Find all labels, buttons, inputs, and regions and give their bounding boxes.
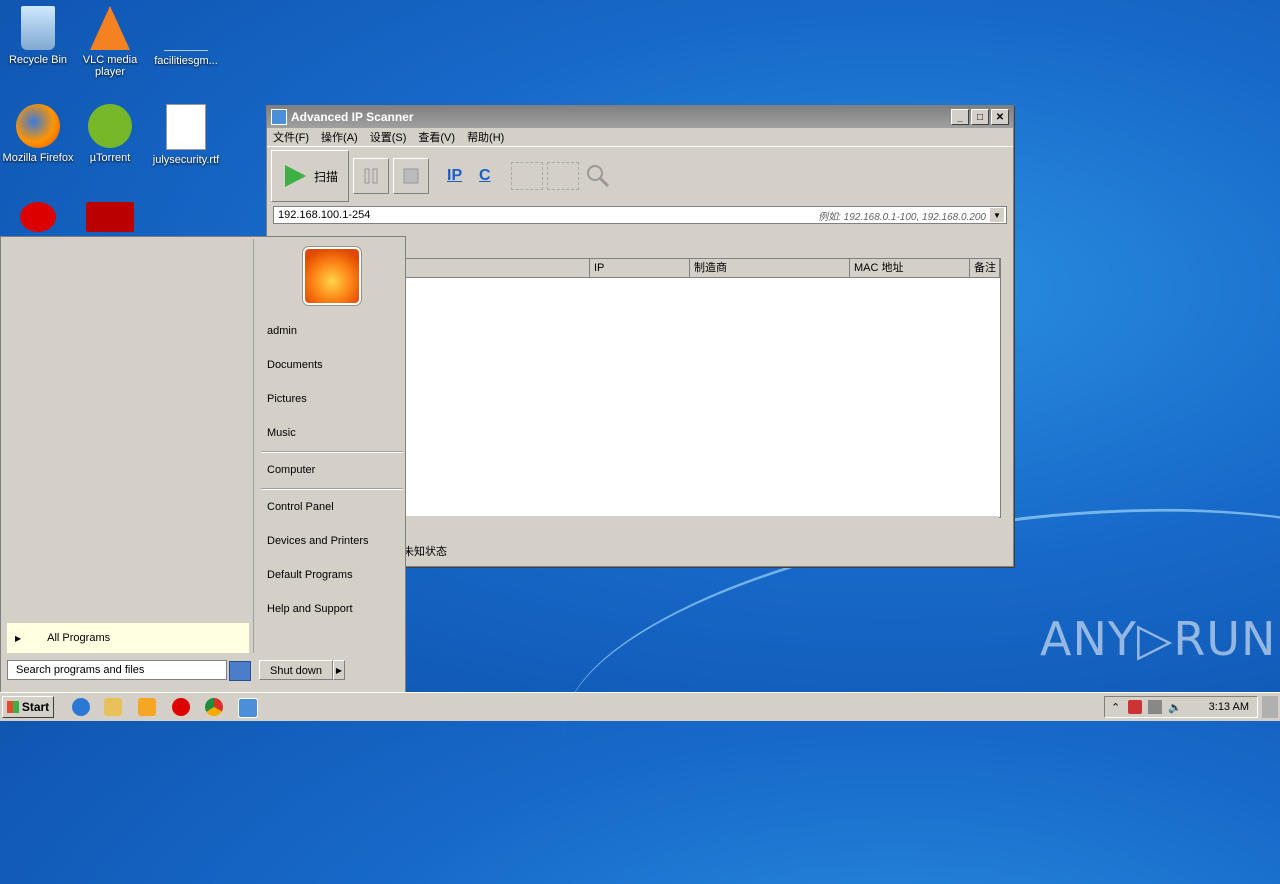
anyrun-watermark: ANY▷RUN bbox=[1040, 612, 1277, 666]
window-title: Advanced IP Scanner bbox=[291, 110, 414, 124]
windows-logo-icon bbox=[6, 701, 19, 713]
desktop-icon-label: Mozilla Firefox bbox=[2, 152, 74, 164]
maximize-button[interactable]: □ bbox=[971, 109, 989, 125]
ip-range-input[interactable]: 192.168.100.1-254 例如: 192.168.0.1-100, 1… bbox=[273, 206, 1007, 224]
shutdown-options-button[interactable]: ▶ bbox=[333, 660, 345, 680]
stop-icon bbox=[403, 168, 419, 184]
utorrent-icon bbox=[88, 104, 132, 148]
start-menu-divider bbox=[261, 451, 403, 453]
ip-subnet-button[interactable]: IP bbox=[447, 167, 475, 185]
desktop-icon-vlc[interactable]: VLC media player bbox=[72, 6, 148, 78]
start-search-input[interactable]: Search programs and files bbox=[7, 660, 227, 680]
taskbar: Start ⌃ 🔈 3:13 AM bbox=[0, 692, 1280, 721]
title-bar[interactable]: Advanced IP Scanner _ □ ✕ bbox=[267, 106, 1013, 128]
clock[interactable]: 3:13 AM bbox=[1209, 701, 1257, 713]
menu-actions[interactable]: 操作(A) bbox=[321, 129, 358, 145]
advanced-ip-scanner-taskbar-icon[interactable] bbox=[238, 698, 258, 718]
start-item-computer[interactable]: Computer bbox=[267, 464, 315, 476]
all-programs-label: All Programs bbox=[47, 632, 111, 644]
start-item-help-support[interactable]: Help and Support bbox=[267, 603, 353, 615]
minimize-button[interactable]: _ bbox=[951, 109, 969, 125]
desktop-icon-julysecurity[interactable]: julysecurity.rtf bbox=[148, 104, 224, 166]
chrome-icon[interactable] bbox=[205, 698, 223, 716]
expand-all-icon[interactable] bbox=[511, 162, 543, 190]
column-ip[interactable]: IP bbox=[590, 259, 690, 277]
start-menu-right-pane: admin Documents Pictures Music Computer … bbox=[259, 237, 405, 651]
chevron-right-icon: ▶ bbox=[15, 633, 22, 643]
ip-range-value: 192.168.100.1-254 bbox=[278, 209, 371, 221]
opera-icon bbox=[20, 202, 56, 232]
tray-overflow-icon[interactable]: ⌃ bbox=[1111, 701, 1120, 714]
start-button[interactable]: Start bbox=[2, 696, 54, 718]
start-label: Start bbox=[21, 700, 50, 714]
start-menu-programs-pane bbox=[3, 239, 254, 653]
explorer-folder-icon[interactable] bbox=[104, 698, 122, 716]
show-desktop-button[interactable] bbox=[1262, 696, 1278, 718]
desktop-icon-recycle-bin[interactable]: Recycle Bin bbox=[0, 6, 76, 66]
close-button[interactable]: ✕ bbox=[991, 109, 1009, 125]
start-item-control-panel[interactable]: Control Panel bbox=[267, 501, 334, 513]
app-icon bbox=[271, 109, 287, 125]
volume-icon[interactable]: 🔈 bbox=[1168, 701, 1182, 714]
column-manufacturer[interactable]: 制造商 bbox=[690, 259, 850, 277]
media-player-icon[interactable] bbox=[138, 698, 156, 716]
scan-button[interactable]: 扫描 bbox=[271, 150, 349, 202]
user-avatar[interactable] bbox=[303, 247, 361, 305]
search-icon[interactable] bbox=[229, 661, 251, 681]
stop-button[interactable] bbox=[393, 158, 429, 194]
network-icon[interactable] bbox=[1148, 700, 1163, 714]
shutdown-button[interactable]: Shut down bbox=[259, 660, 333, 680]
firefox-icon bbox=[16, 104, 60, 148]
class-c-subnet-button[interactable]: C bbox=[479, 167, 507, 185]
start-item-music[interactable]: Music bbox=[267, 427, 296, 439]
desktop-icon-facilities[interactable]: facilitiesgm... bbox=[148, 6, 224, 67]
word-document-icon bbox=[166, 104, 206, 150]
menu-help[interactable]: 帮助(H) bbox=[467, 129, 504, 145]
desktop-icon-label: facilitiesgm... bbox=[154, 55, 218, 67]
start-item-devices-printers[interactable]: Devices and Printers bbox=[267, 535, 369, 547]
recycle-bin-icon bbox=[21, 6, 55, 50]
desktop-icon-label: VLC media player bbox=[82, 54, 138, 78]
menu-bar: 文件(F) 操作(A) 设置(S) 查看(V) 帮助(H) bbox=[267, 128, 1013, 146]
pause-button[interactable] bbox=[353, 158, 389, 194]
ip-range-hint: 例如: 192.168.0.1-100, 192.168.0.200 bbox=[818, 211, 986, 223]
toolbar: 扫描 IP C bbox=[267, 146, 1013, 205]
internet-explorer-icon[interactable] bbox=[72, 698, 90, 716]
desktop-icon-firefox[interactable]: Mozilla Firefox bbox=[0, 104, 76, 164]
vlc-icon bbox=[90, 6, 130, 50]
menu-file[interactable]: 文件(F) bbox=[273, 129, 309, 145]
play-icon bbox=[284, 165, 306, 187]
collapse-all-icon[interactable] bbox=[547, 162, 579, 190]
action-center-icon[interactable] bbox=[1128, 700, 1143, 714]
scan-label: 扫描 bbox=[313, 169, 338, 184]
filezilla-icon bbox=[86, 202, 134, 232]
menu-settings[interactable]: 设置(S) bbox=[370, 129, 407, 145]
system-tray: ⌃ 🔈 3:13 AM bbox=[1104, 696, 1258, 718]
all-programs-button[interactable]: ▶ All Programs bbox=[7, 623, 249, 653]
desktop-icon-opera[interactable] bbox=[0, 202, 76, 236]
start-item-default-programs[interactable]: Default Programs bbox=[267, 569, 353, 581]
chevron-down-icon[interactable]: ▼ bbox=[990, 208, 1004, 222]
column-comments[interactable]: 备注 bbox=[970, 259, 1000, 277]
desktop-icon-label: Recycle Bin bbox=[8, 54, 68, 66]
pause-icon bbox=[364, 168, 378, 184]
desktop-icon-label: julysecurity.rtf bbox=[152, 154, 220, 166]
desktop-icon-label: µTorrent bbox=[89, 152, 131, 164]
start-item-admin[interactable]: admin bbox=[267, 325, 297, 337]
desktop-icon-filezilla[interactable] bbox=[72, 202, 148, 236]
search-icon[interactable] bbox=[583, 161, 613, 191]
start-menu: ▶ All Programs Search programs and files… bbox=[0, 236, 406, 694]
opera-icon[interactable] bbox=[172, 698, 190, 716]
column-mac-address[interactable]: MAC 地址 bbox=[850, 259, 970, 277]
file-icon bbox=[164, 6, 208, 51]
desktop-icon-utorrent[interactable]: µTorrent bbox=[72, 104, 148, 164]
start-menu-divider bbox=[261, 488, 403, 490]
menu-view[interactable]: 查看(V) bbox=[418, 129, 455, 145]
start-item-pictures[interactable]: Pictures bbox=[267, 393, 307, 405]
start-item-documents[interactable]: Documents bbox=[267, 359, 323, 371]
